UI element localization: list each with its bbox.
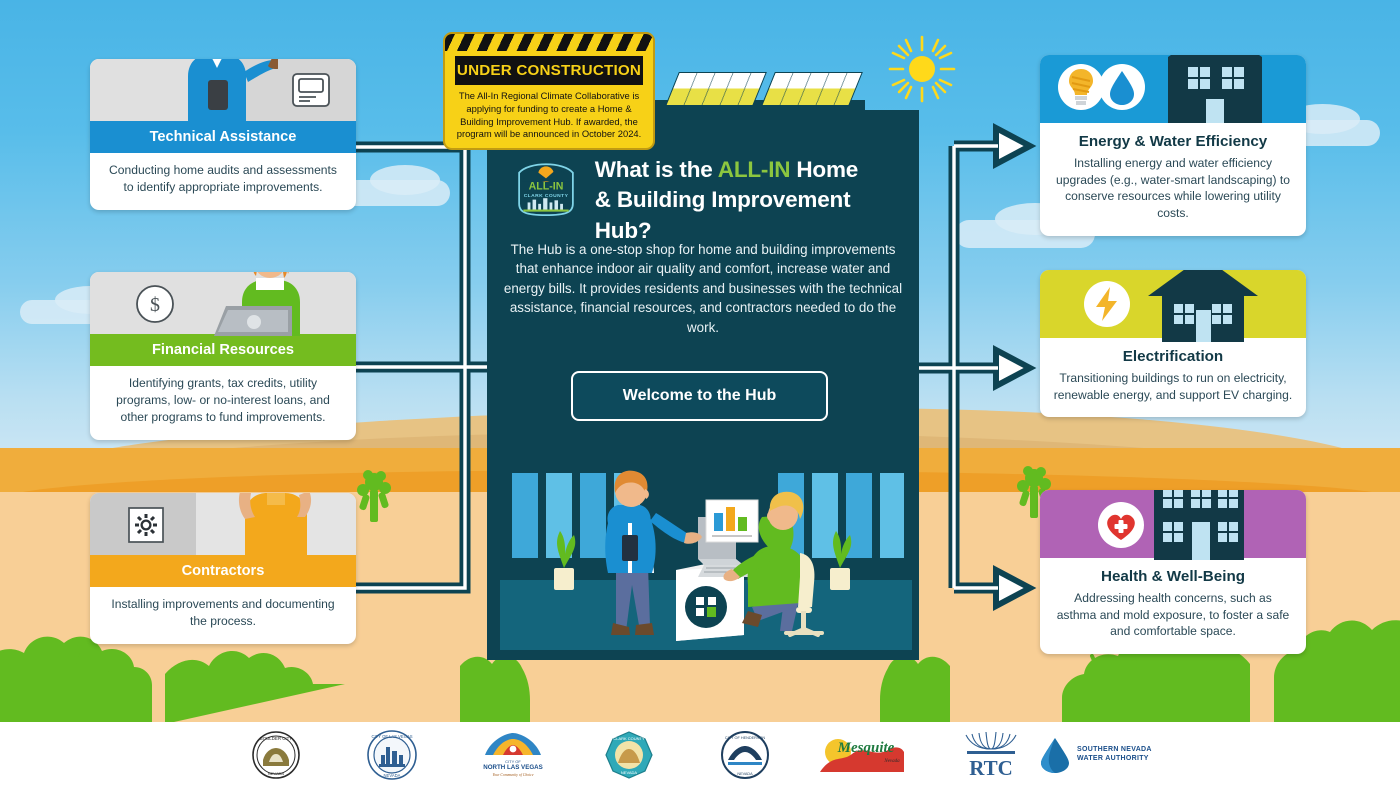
card-description: Identifying grants, tax credits, utility…	[116, 376, 330, 424]
technical-assistance-illustration	[90, 59, 356, 124]
health-wellbeing-art	[1040, 490, 1306, 560]
svg-text:NEVADA: NEVADA	[621, 770, 637, 775]
card-title: Contractors	[181, 563, 265, 579]
card-description: Installing improvements and documenting …	[111, 597, 335, 628]
card-title: Financial Resources	[152, 342, 294, 358]
under-construction-body: The All-In Regional Climate Collaborativ…	[456, 90, 642, 140]
card-title: Health & Well-Being	[1100, 568, 1245, 585]
card-description: Conducting home audits and assessments t…	[109, 163, 337, 194]
sun-icon	[888, 35, 956, 103]
svg-text:NEVADA: NEVADA	[268, 771, 284, 776]
contractor-illustration	[90, 493, 356, 557]
logo-southern-nevada-water-authority: SOUTHERN NEVADA WATER AUTHORITY	[1040, 736, 1152, 774]
card-title: Energy & Water Efficiency	[1078, 133, 1268, 150]
hub-title-highlight: ALL-IN	[717, 157, 791, 182]
hub-description: The Hub is a one-stop shop for home and …	[503, 242, 903, 335]
svg-text:Your Community of Choice: Your Community of Choice	[492, 773, 533, 777]
infographic-scene: ALL-IN CLARK COUNTY What is the ALL-IN H…	[0, 0, 1400, 722]
card-title-band: Financial Resources	[90, 334, 356, 366]
under-construction-callout: UNDER CONSTRUCTION The All-In Regional C…	[443, 32, 655, 150]
logo-city-of-henderson: CITY OF HENDERSON NEVADA	[721, 731, 769, 779]
hub-title: What is the ALL-IN Home & Building Impro…	[595, 155, 908, 246]
card-health-wellbeing[interactable]: Health & Well-Being Addressing health co…	[1040, 490, 1306, 655]
card-energy-water-efficiency[interactable]: Energy & Water Efficiency Installing ene…	[1040, 55, 1306, 236]
snwa-label-line2: WATER AUTHORITY	[1077, 755, 1149, 762]
card-technical-assistance[interactable]: Technical Assistance Conducting home aud…	[90, 59, 356, 210]
svg-text:CLARK COUNTY: CLARK COUNTY	[613, 736, 645, 741]
hub-heading: What is the ALL-IN Home & Building Impro…	[508, 155, 908, 246]
logo-mesquite-nevada: Mesquite Nevada	[820, 739, 904, 772]
svg-text:$: $	[150, 294, 160, 316]
under-construction-title-bar: UNDER CONSTRUCTION	[455, 56, 643, 85]
right-connector-arrows	[912, 123, 1037, 611]
solar-panel-icon	[761, 72, 863, 106]
card-description: Installing energy and water efficiency u…	[1056, 156, 1290, 221]
card-financial-resources[interactable]: $ Financial Resources Identifying grants…	[90, 272, 356, 440]
welcome-to-the-hub-button[interactable]: Welcome to the Hub	[571, 371, 828, 421]
hub-title-line2: & Building Improvement Hub?	[594, 187, 851, 243]
hub-title-part2: Home	[790, 157, 859, 182]
snwa-label-line1: SOUTHERN NEVADA	[1077, 746, 1152, 754]
svg-text:Mesquite: Mesquite	[837, 740, 895, 756]
card-description: Transitioning buildings to run on electr…	[1053, 371, 1293, 402]
logo-rtc: RTC	[965, 731, 1017, 779]
svg-text:NEVADA: NEVADA	[737, 772, 753, 776]
energy-water-art	[1040, 55, 1306, 123]
card-title-band: Technical Assistance	[90, 121, 356, 153]
card-description: Addressing health concerns, such as asth…	[1056, 591, 1290, 639]
left-connector-lines	[335, 141, 495, 594]
card-title: Electrification	[1122, 348, 1224, 365]
svg-text:CITY OF LAS VEGAS: CITY OF LAS VEGAS	[371, 734, 412, 739]
under-construction-title: UNDER CONSTRUCTION	[456, 62, 642, 79]
svg-text:Nevada: Nevada	[883, 759, 900, 764]
logo-city-of-north-las-vegas: CITY OF NORTH LAS VEGAS Your Community o…	[483, 733, 543, 777]
partner-logo-bar: BOULDER CITY NEVADA CITY OF LAS VEGAS NE…	[0, 722, 1400, 788]
svg-text:BOULDER CITY: BOULDER CITY	[260, 736, 293, 741]
financial-resources-illustration: $	[90, 272, 356, 336]
svg-text:RTC: RTC	[969, 756, 1013, 779]
svg-text:NEVADA: NEVADA	[384, 773, 401, 778]
solar-panel-icon	[665, 72, 767, 106]
svg-text:CITY OF HENDERSON: CITY OF HENDERSON	[725, 736, 765, 740]
electrification-art	[1040, 270, 1306, 342]
card-electrification[interactable]: Electrification Transitioning buildings …	[1040, 270, 1306, 418]
hub-title-part1: What is the	[594, 157, 718, 182]
card-contractors[interactable]: Contractors Installing improvements and …	[90, 493, 356, 644]
card-title-band: Contractors	[90, 555, 356, 587]
water-drop-icon	[1041, 738, 1069, 773]
card-title: Technical Assistance	[149, 129, 297, 145]
hub-office-illustration	[500, 455, 912, 650]
logo-boulder-city-nevada: BOULDER CITY NEVADA	[252, 731, 300, 779]
construction-stripe	[445, 34, 653, 51]
logo-city-of-las-vegas-nevada: CITY OF LAS VEGAS NEVADA	[367, 730, 417, 780]
svg-text:NORTH LAS VEGAS: NORTH LAS VEGAS	[483, 764, 542, 771]
logo-clark-county-nevada: CLARK COUNTY NEVADA	[605, 731, 653, 779]
